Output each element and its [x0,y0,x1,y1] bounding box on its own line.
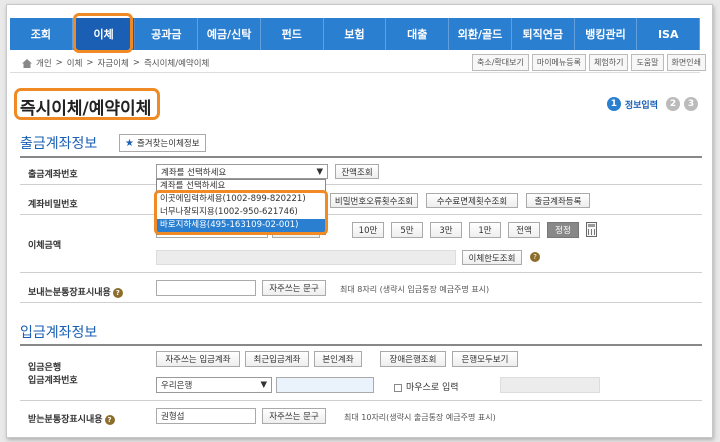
mouse-input-toggle[interactable]: 마우스로 입력 [394,380,459,393]
fee-waiver-button[interactable]: 수수료면제횟수조회 [426,193,518,208]
amount-korean-display [156,250,456,265]
outgoing-section-title: 출금계좌정보 [20,136,98,152]
step-2: 2 [666,97,680,111]
star-icon: ★ [125,137,134,149]
receiver-memo-label: 받는분통장표시내용? [28,412,115,425]
bank-outage-button[interactable]: 장애은행조회 [380,351,446,367]
step-1: 1 [606,97,621,111]
breadcrumb-item[interactable]: 자금이체 [98,57,129,69]
help-button[interactable]: 도움말 [631,54,664,71]
breadcrumb-current: 즉시이체/예약이체 [143,59,210,69]
help-icon[interactable]: ? [104,414,115,425]
password-label: 계좌비밀번호 [28,200,78,210]
chevron-down-icon: ▼ [260,380,267,390]
print-button[interactable]: 화면인쇄 [666,54,706,71]
breadcrumb-item[interactable]: 이체 [67,57,83,69]
password-error-button[interactable]: 비밀번호오류횟수조회 [330,193,418,208]
incoming-section-title: 입금계좌정보 [20,325,98,341]
chevron-down-icon: ▼ [316,166,323,177]
receiver-memo-input[interactable]: 권형섭 [156,408,256,424]
sender-memo-label-text: 보내는분통장표시내용 [28,288,111,298]
favorite-transfer-button[interactable]: ★ 즐겨찾는이체정보 [119,134,206,152]
full-amount-button[interactable]: 전액 [508,222,540,238]
account-label: 출금계좌번호 [28,170,78,180]
nav-item-loan[interactable]: 대출 [386,18,450,50]
account-number-label: 입금계좌번호 [28,376,78,386]
sender-memo-input[interactable] [156,280,256,296]
bank-select[interactable]: 우리은행 ▼ [156,377,272,393]
nav-highlight-box [73,13,133,53]
account-select-value: 계좌를 선택하세요 [161,167,227,178]
mouse-input-label: 마우스로 입력 [406,383,459,393]
quick-amount-button[interactable]: 1만 [469,222,501,238]
receiver-memo-hint: 최대 10자리(생략시 출금통장 예금주명 표시) [344,413,496,422]
nav-item-deposit[interactable]: 예금/신탁 [198,18,261,50]
bank-label: 입금은행 [28,363,62,373]
frequent-phrase-button[interactable]: 자주쓰는 문구 [262,408,326,424]
bank-select-value: 우리은행 [161,381,193,391]
home-icon[interactable] [22,58,32,68]
amount-label: 이체금액 [28,241,62,251]
breadcrumb-item[interactable]: 개인 [36,57,52,69]
step-indicator: 1 정보입력 2 3 [606,97,698,111]
nav-item-forex[interactable]: 외환/골드 [449,18,512,50]
demo-button[interactable]: 체험하기 [589,54,629,71]
account-select[interactable]: 계좌를 선택하세요 ▼ [156,164,328,179]
receiver-memo-label-text: 받는분통장표시내용 [28,415,103,425]
own-account-button[interactable]: 본인계좌 [314,351,362,367]
frequent-account-button[interactable]: 자주쓰는 입금계좌 [156,351,240,367]
divider [20,214,702,215]
nav-item-banking[interactable]: 뱅킹관리 [575,18,638,50]
my-menu-button[interactable]: 마이메뉴등록 [531,54,586,71]
sender-memo-hint: 최대 8자리 (생략시 입금통장 예금주명 표시) [340,285,490,294]
nav-item-fund[interactable]: 펀드 [261,18,324,50]
title-highlight-box [14,88,160,120]
divider [20,400,702,401]
nav-item-utility[interactable]: 공과금 [135,18,199,50]
quick-amount-button[interactable]: 5만 [391,222,423,238]
zoom-button[interactable]: 축소/확대보기 [471,54,529,71]
dropdown-highlight-box [154,190,328,235]
step-label: 정보입력 [624,100,658,111]
nav-item-pension[interactable]: 퇴직연금 [512,18,575,50]
limit-inquiry-button[interactable]: 이체한도조회 [462,250,522,265]
sender-memo-label: 보내는분통장표시내용? [28,285,123,298]
help-icon[interactable]: ? [530,252,540,262]
divider [10,72,700,73]
quick-amount-button[interactable]: 3만 [430,222,462,238]
reset-amount-button[interactable]: 정정 [547,222,579,238]
frequent-phrase-button[interactable]: 자주쓰는 문구 [262,280,326,296]
nav-item-insurance[interactable]: 보험 [324,18,387,50]
utility-buttons: 축소/확대보기 마이메뉴등록 체험하기 도움말 화면인쇄 [471,54,706,71]
balance-button[interactable]: 잔액조회 [335,164,379,179]
mouse-input-display [500,377,600,393]
register-account-button[interactable]: 출금계좌등록 [526,193,590,208]
divider [20,156,702,158]
mouse-input-checkbox[interactable] [394,383,402,392]
divider [20,302,702,303]
recent-account-button[interactable]: 최근입금계좌 [245,351,309,367]
quick-amount-button[interactable]: 10만 [352,222,384,238]
divider [20,272,702,273]
divider [20,344,702,346]
divider [20,184,702,185]
favorite-transfer-label: 즐겨찾는이체정보 [136,139,200,149]
step-3: 3 [684,97,698,111]
help-icon[interactable]: ? [112,287,123,298]
nav-item-isa[interactable]: ISA [637,18,701,50]
calculator-icon[interactable] [586,222,597,237]
account-number-input[interactable] [276,377,374,393]
breadcrumb: 개인 > 이체 > 자금이체 > 즉시이체/예약이체 [22,57,209,69]
nav-item-inquiry[interactable]: 조회 [10,18,73,50]
all-banks-button[interactable]: 은행모두보기 [452,351,518,367]
